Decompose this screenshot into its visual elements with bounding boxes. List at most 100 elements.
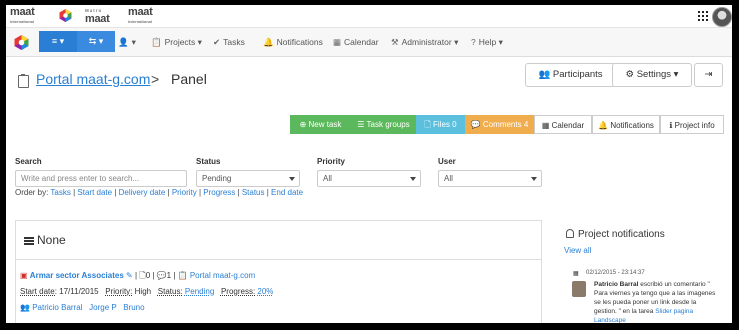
status-label: Status: (157, 287, 183, 296)
order-by-progress[interactable]: Progress (203, 188, 235, 197)
files-button[interactable]: 🗋 Files 0 (416, 115, 465, 134)
sign-out-icon: ⇥ (704, 69, 713, 80)
caret-down-icon (531, 177, 537, 181)
view-all-link[interactable]: View all (564, 246, 591, 255)
nav-help[interactable]: ? Help ▾ (471, 28, 503, 56)
comment-icon: 💬 (470, 120, 481, 129)
calendar-icon: ▦ (541, 121, 550, 130)
status-label: Status (196, 157, 221, 166)
calendar-icon: ▦ (573, 271, 579, 277)
wrench-icon: ⚒ (391, 37, 399, 47)
task-groups-button[interactable]: ☰ Task groups (351, 115, 416, 134)
color-hex-logo[interactable] (59, 9, 72, 22)
order-by-start-date[interactable]: Start date (77, 188, 112, 197)
list-icon: ☰ (357, 120, 365, 129)
bell-icon: 🔔 (598, 121, 609, 130)
task-group-panel: None ▣ Armar sector Associates ✎ | 🗋0 | … (15, 220, 542, 323)
user-select[interactable]: All (438, 170, 542, 187)
list-icon (24, 237, 34, 245)
order-by-end-date[interactable]: End date (271, 188, 303, 197)
info-icon: ℹ (669, 121, 673, 130)
task-group-header: None (16, 221, 541, 260)
bell-icon (566, 229, 574, 238)
project-notifications-title: Project notifications (578, 229, 665, 240)
order-by-delivery-date[interactable]: Delivery date (119, 188, 166, 197)
pencil-icon[interactable]: ✎ (126, 271, 133, 280)
comment-icon: 💬 (156, 271, 167, 280)
task-users-row: 👥 Patricio Barral Jorge P Bruno (20, 303, 145, 312)
search-label: Search (15, 157, 42, 166)
notification-author-avatar (572, 281, 586, 297)
brand-bar: maat international Matro maat maat inter… (6, 5, 732, 27)
check-circle-icon: ✔ (213, 37, 221, 47)
notifications-button[interactable]: 🔔 Notifications (592, 115, 660, 134)
task-project-link[interactable]: Portal maat-g.com (190, 271, 255, 280)
notification-author: Patricio Barral (594, 281, 639, 288)
nav-notifications[interactable]: 🔔 Notifications (263, 28, 323, 56)
start-date-label: Start date: (20, 287, 57, 296)
file-icon: 🗋 (424, 120, 431, 129)
users-icon: 👥 (20, 303, 30, 312)
order-by-priority[interactable]: Priority (172, 188, 197, 197)
nav-tasks[interactable]: ✔ Tasks (213, 28, 245, 56)
apps-grid-icon[interactable] (698, 11, 708, 21)
task-group-title: None (37, 233, 66, 247)
project-link[interactable]: Portal maat-g.com (36, 71, 150, 87)
task-clipboard-icon: ▣ (20, 271, 28, 280)
progress-value[interactable]: 20% (257, 287, 273, 296)
settings-button[interactable]: ⚙ Settings ▾ (612, 63, 692, 87)
calendar-button[interactable]: ▦ Calendar (534, 115, 592, 134)
user-label: User (438, 157, 456, 166)
bell-icon: 🔔 (263, 37, 274, 47)
new-task-button[interactable]: ⊕ New task (290, 115, 351, 134)
clipboard-icon: 📋 (151, 37, 162, 47)
order-by-status[interactable]: Status (242, 188, 265, 197)
start-date-value: 17/11/2015 (59, 287, 99, 296)
caret-down-icon (410, 177, 416, 181)
users-icon: 👥 (538, 69, 551, 80)
notification-text: Patricio Barral escribió un comentario "… (594, 280, 719, 323)
calendar-icon: ▦ (333, 37, 342, 47)
order-by-label: Order by: (15, 188, 49, 197)
priority-select[interactable]: All (317, 170, 421, 187)
share-dropdown-button[interactable]: ⇆ ▾ (77, 31, 115, 52)
priority-value: High (134, 287, 152, 296)
task-link[interactable]: Armar sector Associates (30, 271, 124, 280)
user-link[interactable]: Jorge P (89, 303, 116, 312)
clipboard-icon: 📋 (177, 271, 188, 280)
progress-label: Progress: (220, 287, 256, 296)
app-window: maat international Matro maat maat inter… (6, 5, 732, 323)
nav-calendar[interactable]: ▦ Calendar (333, 28, 379, 56)
gear-icon: ⚙ (625, 69, 635, 80)
menu-dropdown-button[interactable]: ≡ ▾ (39, 31, 77, 52)
user-link[interactable]: Bruno (123, 303, 144, 312)
maat-logo[interactable]: maat international (128, 7, 153, 26)
participants-button[interactable]: 👥 Participants (525, 63, 616, 87)
page-title: Panel (171, 71, 207, 87)
comments-button[interactable]: 💬 Comments 4 (465, 115, 534, 134)
home-logo-icon[interactable] (14, 35, 29, 50)
status-value[interactable]: Pending (185, 287, 214, 296)
priority-label: Priority (317, 157, 346, 166)
user-link[interactable]: Patricio Barral (32, 303, 82, 312)
nav-administrator[interactable]: ⚒ Administrator ▾ (391, 28, 458, 56)
order-by-tasks[interactable]: Tasks (50, 188, 70, 197)
user-avatar[interactable] (712, 7, 732, 27)
project-info-button[interactable]: ℹ Project info (660, 115, 724, 134)
clipboard-icon (18, 74, 29, 88)
priority-label: Priority: (105, 287, 133, 296)
status-select[interactable]: Pending (196, 170, 300, 187)
help-icon: ? (471, 37, 476, 47)
plus-circle-icon: ⊕ (299, 120, 307, 129)
task-title-row: ▣ Armar sector Associates ✎ | 🗋0 | 💬1 | … (20, 271, 256, 280)
matro-maat-logo[interactable]: Matro maat (85, 6, 110, 25)
maat-international-logo[interactable]: maat international (10, 7, 35, 26)
caret-down-icon (289, 177, 295, 181)
user-icon: 👤 (118, 37, 129, 47)
nav-user-menu[interactable]: 👤 ▾ (118, 28, 136, 56)
nav-projects[interactable]: 📋 Projects ▾ (151, 28, 202, 56)
main-navbar: ≡ ▾ ⇆ ▾ 👤 ▾ 📋 Projects ▾ ✔ Tasks 🔔 Notificat… (6, 27, 732, 57)
exit-button[interactable]: ⇥ (694, 63, 723, 87)
search-input[interactable]: Write and press enter to search... (15, 170, 187, 187)
breadcrumb-separator: > (151, 71, 160, 87)
